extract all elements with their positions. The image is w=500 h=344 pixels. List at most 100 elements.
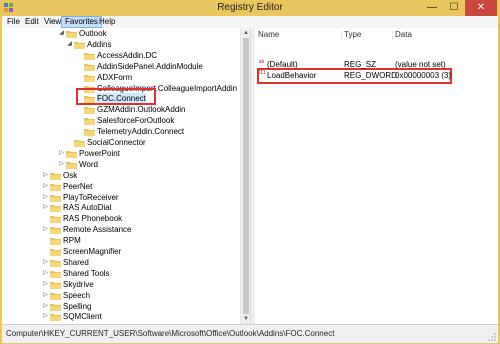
collapsed-arrow-icon[interactable]: ▷	[42, 224, 49, 235]
tree-node[interactable]: ▷ Shared Tools	[42, 268, 238, 279]
collapsed-arrow-icon[interactable]: ▷	[42, 311, 49, 322]
tree-node-label: AddinSidePanel.AddinModule	[97, 61, 203, 71]
registry-editor-window: Registry Editor — ☐ ✕ File Edit View Fav…	[0, 0, 500, 344]
value-name: LoadBehavior	[267, 71, 317, 80]
tree-node[interactable]: ▷ Spelling	[42, 301, 238, 312]
value-type: REG_DWORD	[344, 71, 397, 80]
folder-icon	[84, 107, 95, 115]
tree-node[interactable]: ▷ PlayToReceiver	[42, 192, 238, 203]
tree-node[interactable]: GZMAddin.OutlookAddin	[76, 104, 238, 115]
column-header-data[interactable]: Data	[395, 30, 412, 40]
folder-icon	[66, 150, 77, 158]
dword-value-icon: 011	[257, 70, 266, 76]
column-header-name[interactable]: Name	[258, 30, 279, 40]
column-header-type[interactable]: Type	[344, 30, 361, 40]
collapsed-arrow-icon[interactable]: ▷	[42, 279, 49, 290]
menu-help[interactable]: Help	[96, 16, 118, 28]
folder-icon	[50, 270, 61, 278]
tree-node[interactable]: ▷ Remote Assistance	[42, 224, 238, 235]
collapsed-arrow-icon[interactable]: ▷	[42, 202, 49, 213]
tree-node[interactable]: ◢ Outlook	[58, 28, 238, 39]
tree-node-label: Word	[79, 159, 98, 169]
tree-node[interactable]: ▷ RAS AutoDial	[42, 202, 238, 213]
folder-icon	[50, 292, 61, 300]
tree-node[interactable]: ▷ SQMClient	[42, 311, 238, 322]
folder-icon	[50, 205, 61, 213]
list-item[interactable]: 011 LoadBehavior REG_DWORD 0x00000003 (3)	[255, 70, 498, 81]
menu-edit[interactable]: Edit	[22, 16, 42, 28]
client-area: File Edit View Favorites Help ▷TabletTip…	[2, 16, 498, 343]
tree-node[interactable]: ScreenMagnifier	[42, 246, 238, 257]
collapsed-arrow-icon[interactable]: ▷	[42, 290, 49, 301]
folder-icon	[84, 63, 95, 71]
collapsed-arrow-icon[interactable]: ▷	[42, 301, 49, 312]
tree-node-label: Spelling	[63, 301, 92, 311]
tree-node[interactable]: ▷ Shared	[42, 257, 238, 268]
list-item[interactable]: ab (Default) REG_SZ (value not set)	[255, 59, 498, 70]
column-separator[interactable]	[341, 30, 342, 40]
tree-node[interactable]: AccessAddin.DC	[76, 50, 238, 61]
tree-node-label: Osk	[63, 170, 78, 180]
tree-node[interactable]: ▷ PowerPoint	[58, 148, 238, 159]
collapsed-arrow-icon[interactable]: ▷	[58, 159, 65, 170]
scroll-down-arrow-icon[interactable]: ▼	[241, 314, 250, 324]
expanded-arrow-icon[interactable]: ◢	[66, 39, 73, 50]
title-bar[interactable]: Registry Editor — ☐ ✕	[0, 0, 500, 16]
tree-node-label: GZMAddin.OutlookAddin	[97, 105, 186, 115]
folder-icon	[50, 314, 61, 322]
collapsed-arrow-icon[interactable]: ▷	[58, 148, 65, 159]
expanded-arrow-icon[interactable]: ◢	[58, 28, 65, 39]
tree-node[interactable]: ADXForm	[76, 72, 238, 83]
folder-icon	[50, 172, 61, 180]
value-data: 0x00000003 (3)	[395, 71, 452, 80]
tree-node[interactable]: RAS Phonebook	[42, 213, 238, 224]
folder-icon	[84, 52, 95, 60]
scroll-thumb[interactable]	[243, 38, 249, 314]
tree-node[interactable]: ▷ PeerNet	[42, 181, 238, 192]
tree-node[interactable]: ▷ Word	[58, 159, 238, 170]
scroll-up-arrow-icon[interactable]: ▲	[241, 28, 250, 38]
tree-node-label: SQMClient	[63, 312, 102, 322]
tree-node-label: Outlook	[79, 29, 107, 38]
tree-node-label: AccessAddin.DC	[97, 50, 158, 60]
tree-node[interactable]: ▷ Osk	[42, 170, 238, 181]
folder-icon	[50, 303, 61, 311]
registry-key-tree[interactable]: ▷TabletTip▷SystemCertificates▷SQMClient▷…	[2, 28, 250, 324]
tree-node[interactable]: AddinSidePanel.AddinModule	[76, 61, 238, 72]
tree-node-label: RPM	[63, 236, 81, 246]
column-separator[interactable]	[392, 30, 393, 40]
close-button[interactable]: ✕	[465, 0, 497, 16]
collapsed-arrow-icon[interactable]: ▷	[42, 170, 49, 181]
tree-node[interactable]: RPM	[42, 235, 238, 246]
tree-node[interactable]: ◢ Addins	[66, 39, 238, 50]
collapsed-arrow-icon[interactable]: ▷	[42, 192, 49, 203]
tree-node[interactable]: ▷ Skydrive	[42, 279, 238, 290]
menu-file[interactable]: File	[4, 16, 23, 28]
tree-node-label: RAS AutoDial	[63, 203, 112, 213]
tree-node[interactable]: SocialConnector	[66, 137, 238, 148]
minimize-button[interactable]: —	[422, 0, 442, 16]
tree-vertical-scrollbar[interactable]: ▲ ▼	[240, 28, 250, 324]
tree-node-label: SalesforceForOutlook	[97, 116, 175, 126]
folder-icon	[74, 41, 85, 49]
resize-grip-icon[interactable]	[488, 333, 496, 341]
folder-icon	[50, 281, 61, 289]
tree-node-label: ScreenMagnifier	[63, 247, 122, 256]
tree-node-label: PowerPoint	[79, 148, 120, 158]
folder-icon	[50, 183, 61, 191]
folder-icon	[50, 249, 61, 256]
menu-bar: File Edit View Favorites Help	[2, 16, 498, 28]
maximize-button[interactable]: ☐	[444, 0, 464, 16]
collapsed-arrow-icon[interactable]: ▷	[42, 181, 49, 192]
tree-node[interactable]: SalesforceForOutlook	[76, 115, 238, 126]
status-path: Computer\HKEY_CURRENT_USER\Software\Micr…	[6, 329, 335, 338]
tree-node[interactable]: TelemetryAddin.Connect	[76, 126, 238, 137]
tree-node-label: Remote Assistance	[63, 225, 132, 235]
value-type: REG_SZ	[344, 60, 377, 69]
registry-values-list[interactable]: Name Type Data ab (Default) REG_SZ (value n…	[255, 28, 498, 324]
folder-icon	[66, 161, 77, 169]
collapsed-arrow-icon[interactable]: ▷	[42, 268, 49, 279]
tree-node[interactable]: ▷ Speech	[42, 290, 238, 301]
collapsed-arrow-icon[interactable]: ▷	[42, 257, 49, 268]
folder-icon	[50, 194, 61, 202]
